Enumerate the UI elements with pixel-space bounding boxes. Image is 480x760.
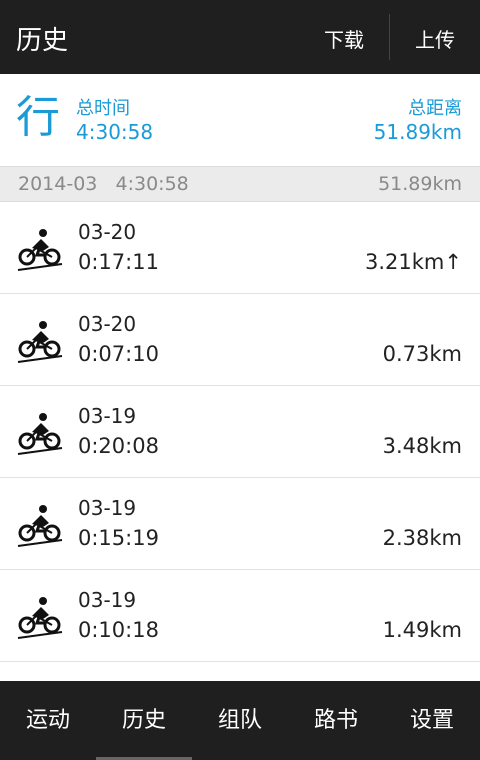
toolbar-divider <box>389 14 390 60</box>
cycling-icon <box>17 597 63 639</box>
record-distance: 3.21km↑ <box>365 250 462 274</box>
tab-route-book[interactable]: 路书 <box>288 681 384 760</box>
record-date: 03-19 <box>78 588 137 612</box>
upload-button[interactable]: 上传 <box>415 24 455 53</box>
record-duration: 0:10:18 <box>78 618 159 642</box>
record-distance: 1.49km <box>382 618 462 642</box>
page-title: 历史 <box>16 26 69 56</box>
history-list: 03-20 0:17:11 3.21km↑ 03-20 0:07:10 0.73… <box>0 202 480 662</box>
record-date: 03-20 <box>78 220 137 244</box>
record-date: 03-20 <box>78 312 137 336</box>
top-bar: 历史 下载 上传 <box>0 0 480 74</box>
tab-history[interactable]: 历史 <box>96 681 192 760</box>
record-duration: 0:15:19 <box>78 526 159 550</box>
list-item[interactable]: 03-20 0:17:11 3.21km↑ <box>0 202 480 294</box>
cycling-icon <box>17 229 63 271</box>
record-date: 03-19 <box>78 496 137 520</box>
record-duration: 0:17:11 <box>78 250 159 274</box>
bottom-nav: 运动 历史 组队 路书 设置 <box>0 681 480 760</box>
record-distance: 2.38km <box>382 526 462 550</box>
record-date: 03-19 <box>78 404 137 428</box>
month-label: 2014-03 <box>18 173 98 195</box>
record-distance: 3.48km <box>382 434 462 458</box>
tab-sport[interactable]: 运动 <box>0 681 96 760</box>
total-distance-label: 总距离 <box>408 98 462 119</box>
cycling-icon <box>17 413 63 455</box>
list-item[interactable]: 03-19 0:10:18 1.49km <box>0 570 480 662</box>
list-item[interactable]: 03-20 0:07:10 0.73km <box>0 294 480 386</box>
cycling-icon <box>17 321 63 363</box>
month-group-label: 2014-03 4:30:58 <box>18 173 189 195</box>
record-duration: 0:07:10 <box>78 342 159 366</box>
total-distance-value: 51.89km <box>373 120 462 144</box>
list-item[interactable]: 03-19 0:15:19 2.38km <box>0 478 480 570</box>
month-group-header: 2014-03 4:30:58 51.89km <box>0 166 480 202</box>
download-button[interactable]: 下载 <box>324 24 364 53</box>
tab-settings[interactable]: 设置 <box>384 681 480 760</box>
activity-type-icon: 行 <box>16 92 60 143</box>
total-time-label: 总时间 <box>76 98 130 119</box>
record-distance: 0.73km <box>382 342 462 366</box>
month-total-distance: 51.89km <box>378 173 462 195</box>
summary-panel: 行 总时间 4:30:58 总距离 51.89km <box>0 74 480 166</box>
cycling-icon <box>17 505 63 547</box>
month-total-time: 4:30:58 <box>115 173 189 195</box>
list-item[interactable]: 03-19 0:20:08 3.48km <box>0 386 480 478</box>
total-time-value: 4:30:58 <box>76 120 154 144</box>
tab-team[interactable]: 组队 <box>192 681 288 760</box>
record-duration: 0:20:08 <box>78 434 159 458</box>
